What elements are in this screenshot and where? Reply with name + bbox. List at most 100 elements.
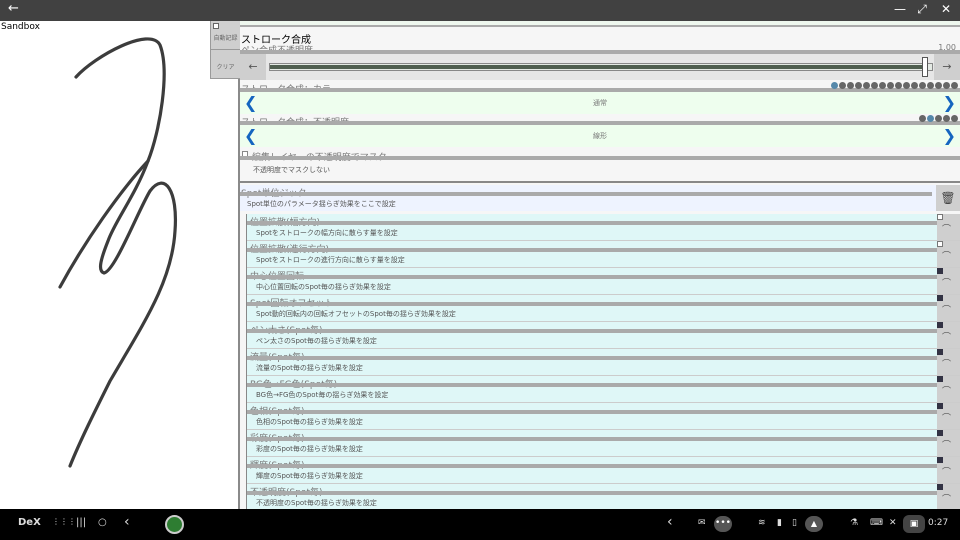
jitter-item[interactable]: 色相(Spot毎)色相のSpot毎の揺らぎ効果を設定⌒ [247, 403, 960, 430]
chevron-right-icon[interactable]: ❯ [943, 125, 956, 147]
curve-icon: ⌒ [942, 333, 952, 343]
pen-opacity-value: 1.00 [938, 43, 956, 52]
curve-icon: ⌒ [942, 468, 952, 478]
color-blend-page-dots [830, 82, 958, 90]
maximize-icon[interactable]: ⤢ [913, 2, 931, 17]
curve-editor-button[interactable]: ⌒ [937, 403, 960, 429]
clear-button[interactable]: クリア [211, 50, 240, 79]
curve-editor-button[interactable]: ⌒ [937, 241, 960, 267]
status-square-icon [937, 295, 943, 301]
status-square-icon [937, 214, 943, 220]
label-bar [247, 248, 960, 252]
divider [240, 181, 960, 183]
label-bar [247, 383, 960, 387]
app-icon[interactable] [165, 515, 184, 534]
back-arrow-icon[interactable]: ← [8, 1, 19, 16]
jitter-item[interactable]: 不透明度(Spot毎)不透明度のSpot毎の揺らぎ効果を設定⌒ [247, 484, 960, 509]
label-bar [247, 356, 960, 360]
label-bar [247, 329, 960, 333]
curve-icon: ⌒ [942, 360, 952, 370]
mask-option[interactable]: 編集レイヤーの不透明度でマスク 不透明度でマスクしない [240, 148, 960, 180]
label-bar [247, 437, 960, 441]
jitter-item-desc: ペン太さのSpot毎の揺らぎ効果を設定 [256, 337, 377, 345]
jitter-item[interactable]: Spot回転オフセットSpot動的回転内の回転オフセットのSpot毎の揺らぎ効果… [247, 295, 960, 322]
pen-opacity-slider[interactable] [269, 57, 933, 77]
jitter-item-desc: BG色→FG色のSpot毎の揺らぎ効果を設定 [256, 391, 389, 399]
curve-editor-button[interactable]: ⌒ [937, 295, 960, 321]
window-titlebar: ← — ⤢ ✕ [0, 0, 960, 21]
curve-editor-button[interactable]: ⌒ [937, 349, 960, 375]
label-bar [240, 192, 932, 196]
status-square-icon [937, 484, 943, 490]
auto-record-checkbox[interactable] [213, 23, 219, 29]
curve-editor-button[interactable]: ⌒ [937, 268, 960, 294]
home-icon[interactable]: ○ [98, 517, 107, 528]
increase-button[interactable]: → [934, 54, 960, 80]
jitter-item[interactable]: 位置拡散(進行方向)Spotをストロークの進行方向に散らす量を設定⌒ [247, 241, 960, 268]
label-bar [247, 410, 960, 414]
dex-label[interactable]: DeX [18, 517, 41, 528]
collapse-tray-icon[interactable]: ‹ [667, 514, 673, 530]
status-square-icon [937, 430, 943, 436]
label-bar [247, 464, 960, 468]
status-square-icon [937, 268, 943, 274]
curve-editor-button[interactable]: ⌒ [937, 484, 960, 509]
pen-opacity-slider-row: ← → [240, 54, 960, 80]
chevron-right-icon[interactable]: ❯ [943, 92, 956, 114]
curve-editor-button[interactable]: ⌒ [937, 322, 960, 348]
curve-editor-button[interactable]: ⌒ [937, 214, 960, 240]
jitter-item[interactable]: ペン太さ(Spot毎)ペン太さのSpot毎の揺らぎ効果を設定⌒ [247, 322, 960, 349]
drawing-canvas[interactable]: Sandbox 自動記録 クリア [0, 21, 240, 509]
status-square-icon [937, 322, 943, 328]
curve-editor-button[interactable]: ⌒ [937, 457, 960, 483]
jitter-item-desc: 流量のSpot毎の揺らぎ効果を設定 [256, 364, 363, 372]
jitter-item-desc: 彩度のSpot毎の揺らぎ効果を設定 [256, 445, 363, 453]
auto-record-button[interactable]: 自動記録 [211, 21, 240, 50]
email-icon[interactable]: ✉ [698, 518, 706, 528]
curve-icon: ⌒ [942, 441, 952, 451]
more-icon[interactable]: ••• [714, 516, 732, 532]
auto-record-label: 自動記録 [213, 35, 238, 42]
jitter-item[interactable]: 位置拡散(幅方向)Spotをストロークの幅方向に散らす量を設定⌒ [247, 214, 960, 241]
curve-icon: ⌒ [942, 495, 952, 505]
apps-icon[interactable]: ⋮⋮⋮ [52, 517, 76, 526]
color-blend-selector[interactable]: ❮ 通常 ❯ [240, 92, 960, 114]
back-icon[interactable]: ‹ [124, 514, 130, 530]
decrease-button[interactable]: ← [240, 54, 266, 80]
jitter-item[interactable]: 中心位置回転中心位置回転のSpot毎の揺らぎ効果を設定⌒ [247, 268, 960, 295]
status-square-icon [937, 241, 943, 247]
curve-icon: ⌒ [942, 387, 952, 397]
slider-fill [270, 65, 924, 69]
spot-jitter-desc: Spot単位のパラメータ揺らぎ効果をここで設定 [247, 200, 396, 208]
settings-panel[interactable]: ストローク合成 ペン合成不透明度 1.00 ← → ストローク合成：カラー ❮ … [240, 21, 960, 509]
curve-editor-button[interactable]: ⌒ [937, 430, 960, 456]
spot-jitter-section: Spot単位ジッター Spot単位のパラメータ揺らぎ効果をここで設定 [240, 185, 960, 211]
close-icon[interactable]: ✕ [937, 2, 955, 16]
jitter-item-desc: Spot動的回転内の回転オフセットのSpot毎の揺らぎ効果を設定 [256, 310, 456, 318]
jitter-item[interactable]: 流量(Spot毎)流量のSpot毎の揺らぎ効果を設定⌒ [247, 349, 960, 376]
opacity-blend-selector[interactable]: ❮ 線形 ❯ [240, 125, 960, 147]
canvas-overlay-buttons: 自動記録 クリア [210, 21, 240, 79]
wifi-icon: ≋ [758, 518, 766, 528]
jitter-item[interactable]: 彩度(Spot毎)彩度のSpot毎の揺らぎ効果を設定⌒ [247, 430, 960, 457]
mute-icon[interactable]: ✕ [889, 518, 897, 528]
trash-icon[interactable]: 🗑 [936, 185, 960, 211]
curve-icon: ⌒ [942, 279, 952, 289]
notification-up-icon[interactable]: ▲ [805, 516, 823, 532]
keyboard-icon[interactable]: ⌨ [870, 518, 883, 528]
jitter-item-list: 位置拡散(幅方向)Spotをストロークの幅方向に散らす量を設定⌒位置拡散(進行方… [246, 214, 960, 509]
curve-editor-button[interactable]: ⌒ [937, 376, 960, 402]
jitter-item-desc: Spotをストロークの進行方向に散らす量を設定 [256, 256, 405, 264]
recents-icon[interactable]: ||| [76, 517, 86, 528]
curve-icon: ⌒ [942, 252, 952, 262]
opacity-blend-page-dots [918, 115, 958, 123]
screenshot-icon[interactable]: ▣ [903, 515, 925, 533]
slider-thumb[interactable] [922, 57, 928, 77]
jitter-item-desc: 中心位置回転のSpot毎の揺らぎ効果を設定 [256, 283, 391, 291]
minimize-icon[interactable]: — [891, 2, 909, 16]
jitter-item[interactable]: BG色→FG色(Spot毎)BG色→FG色のSpot毎の揺らぎ効果を設定⌒ [247, 376, 960, 403]
jitter-item[interactable]: 輝度(Spot毎)輝度のSpot毎の揺らぎ効果を設定⌒ [247, 457, 960, 484]
label-bar [247, 221, 960, 225]
label-bar [240, 156, 960, 160]
status-square-icon [937, 457, 943, 463]
